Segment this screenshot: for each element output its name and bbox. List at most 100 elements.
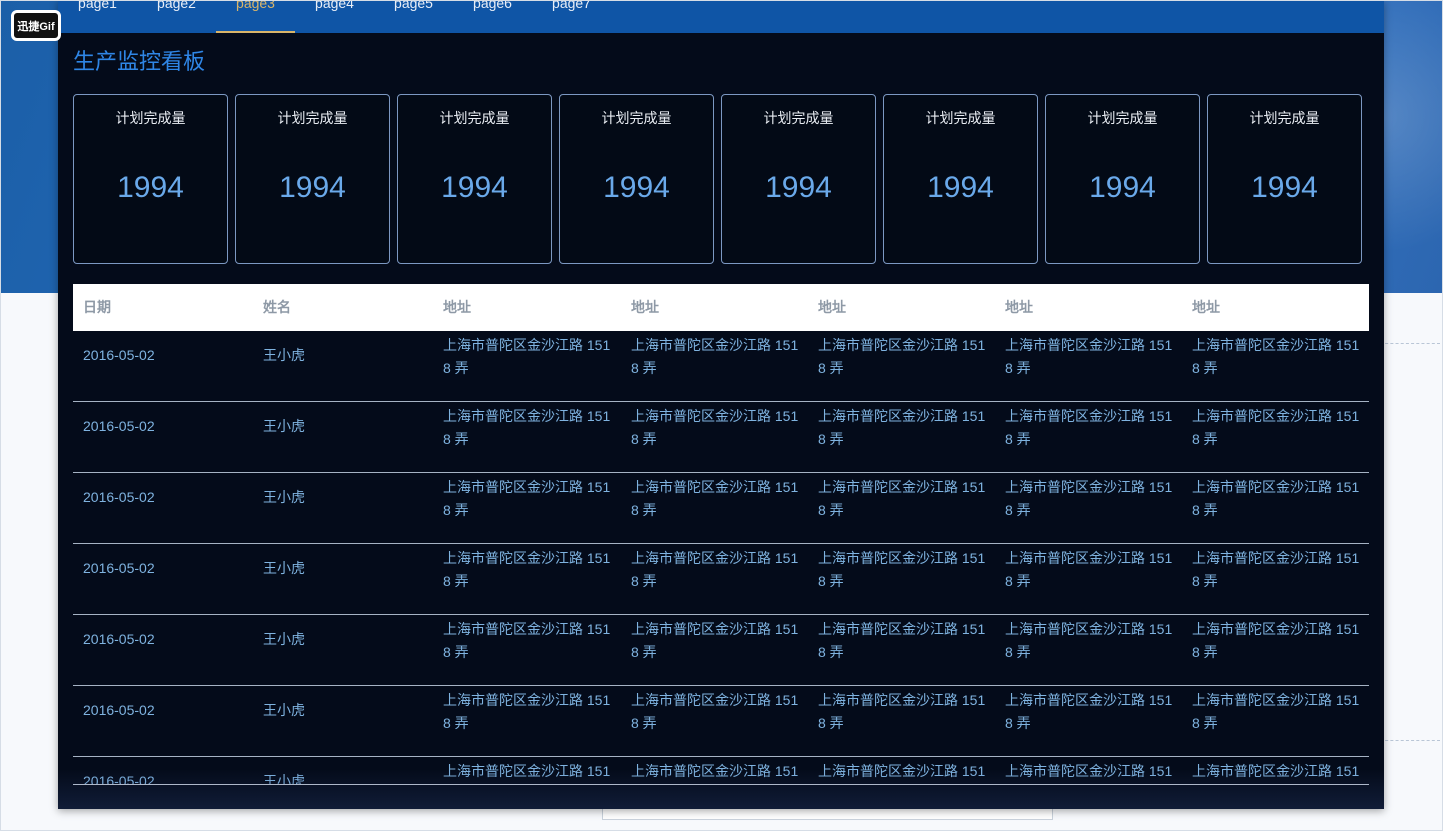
name-cell: 王小虎 (263, 773, 305, 785)
kpi-card-value: 1994 (927, 171, 994, 204)
table-bottom-border (73, 784, 1369, 785)
name-cell: 王小虎 (263, 631, 305, 647)
kpi-card: 计划完成量 1994 (397, 94, 552, 264)
tab-page2[interactable]: page2 (137, 0, 216, 33)
column-header[interactable]: 日期 (83, 284, 111, 331)
address-cell: 上海市普陀区金沙江路 1518 弄 (818, 479, 986, 518)
kpi-card-label: 计划完成量 (439, 110, 510, 126)
date-cell: 2016-05-02 (83, 347, 155, 363)
kpi-card-label: 计划完成量 (1249, 110, 1320, 126)
date-cell: 2016-05-02 (83, 560, 155, 576)
address-cell: 上海市普陀区金沙江路 1518 弄 (631, 621, 799, 660)
address-cell: 上海市普陀区金沙江路 1518 弄 (631, 408, 799, 447)
tab-bar: page1 page2 page3 page4 page5 page6 page… (58, 0, 1384, 33)
table-row[interactable]: 2016-05-02王小虎上海市普陀区金沙江路 1518 弄上海市普陀区金沙江路… (73, 402, 1369, 473)
column-header[interactable]: 姓名 (263, 284, 291, 331)
column-header[interactable]: 地址 (1192, 284, 1220, 331)
address-cell: 上海市普陀区金沙江路 1518 弄 (818, 763, 986, 779)
kpi-card-value: 1994 (603, 171, 670, 204)
tab-page7[interactable]: page7 (532, 0, 611, 33)
column-header[interactable]: 地址 (631, 284, 659, 331)
tab-page1[interactable]: page1 (58, 0, 137, 33)
column-header[interactable]: 地址 (818, 284, 846, 331)
background-panel (602, 808, 1053, 820)
address-cell: 上海市普陀区金沙江路 1518 弄 (443, 692, 611, 731)
name-cell: 王小虎 (263, 418, 305, 434)
address-cell: 上海市普陀区金沙江路 1518 弄 (1192, 621, 1360, 660)
background-divider (1380, 343, 1440, 344)
address-cell: 上海市普陀区金沙江路 1518 弄 (631, 763, 799, 779)
address-cell: 上海市普陀区金沙江路 1518 弄 (631, 479, 799, 518)
name-cell: 王小虎 (263, 560, 305, 576)
kpi-card: 计划完成量 1994 (73, 94, 228, 264)
address-cell: 上海市普陀区金沙江路 1518 弄 (818, 692, 986, 731)
kpi-card: 计划完成量 1994 (235, 94, 390, 264)
address-cell: 上海市普陀区金沙江路 1518 弄 (1192, 337, 1360, 376)
address-cell: 上海市普陀区金沙江路 1518 弄 (443, 550, 611, 589)
kpi-card-label: 计划完成量 (1087, 110, 1158, 126)
tab-page3[interactable]: page3 (216, 0, 295, 33)
date-cell: 2016-05-02 (83, 631, 155, 647)
table-header: 日期 姓名 地址 地址 地址 地址 地址 (73, 284, 1369, 331)
kpi-card: 计划完成量 1994 (883, 94, 1038, 264)
recorder-watermark-badge: 迅捷Gif (11, 10, 61, 41)
page-title: 生产监控看板 (73, 49, 206, 74)
kpi-card-label: 计划完成量 (925, 110, 996, 126)
table-row[interactable]: 2016-05-02王小虎上海市普陀区金沙江路 1518 弄上海市普陀区金沙江路… (73, 615, 1369, 686)
address-cell: 上海市普陀区金沙江路 1518 弄 (1005, 763, 1173, 779)
address-cell: 上海市普陀区金沙江路 1518 弄 (818, 408, 986, 447)
kpi-card-label: 计划完成量 (277, 110, 348, 126)
address-cell: 上海市普陀区金沙江路 1518 弄 (1192, 763, 1360, 779)
tab-page6[interactable]: page6 (453, 0, 532, 33)
address-cell: 上海市普陀区金沙江路 1518 弄 (443, 408, 611, 447)
address-cell: 上海市普陀区金沙江路 1518 弄 (1005, 337, 1173, 376)
background-divider (1380, 740, 1440, 741)
address-cell: 上海市普陀区金沙江路 1518 弄 (1005, 621, 1173, 660)
address-cell: 上海市普陀区金沙江路 1518 弄 (1005, 692, 1173, 731)
address-cell: 上海市普陀区金沙江路 1518 弄 (818, 621, 986, 660)
kpi-card-value: 1994 (441, 171, 508, 204)
address-cell: 上海市普陀区金沙江路 1518 弄 (631, 337, 799, 376)
date-cell: 2016-05-02 (83, 773, 155, 785)
address-cell: 上海市普陀区金沙江路 1518 弄 (1005, 550, 1173, 589)
column-header[interactable]: 地址 (443, 284, 471, 331)
table-row[interactable]: 2016-05-02王小虎上海市普陀区金沙江路 1518 弄上海市普陀区金沙江路… (73, 544, 1369, 615)
kpi-card-label: 计划完成量 (115, 110, 186, 126)
table-row[interactable]: 2016-05-02王小虎上海市普陀区金沙江路 1518 弄上海市普陀区金沙江路… (73, 473, 1369, 544)
kpi-card-label: 计划完成量 (601, 110, 672, 126)
column-header[interactable]: 地址 (1005, 284, 1033, 331)
address-cell: 上海市普陀区金沙江路 1518 弄 (443, 621, 611, 660)
tab-page5[interactable]: page5 (374, 0, 453, 33)
address-cell: 上海市普陀区金沙江路 1518 弄 (1005, 479, 1173, 518)
kpi-card: 计划完成量 1994 (721, 94, 876, 264)
date-cell: 2016-05-02 (83, 489, 155, 505)
address-cell: 上海市普陀区金沙江路 1518 弄 (1192, 692, 1360, 731)
address-cell: 上海市普陀区金沙江路 1518 弄 (1005, 408, 1173, 447)
address-cell: 上海市普陀区金沙江路 1518 弄 (818, 337, 986, 376)
kpi-card: 计划完成量 1994 (1207, 94, 1362, 264)
data-table: 日期 姓名 地址 地址 地址 地址 地址 2016-05-02 王小虎 上海市普陀区金沙江路 1… (73, 284, 1369, 785)
kpi-card: 计划完成量 1994 (559, 94, 714, 264)
address-cell: 上海市普陀区金沙江路 1518 弄 (631, 550, 799, 589)
table-row[interactable]: 2016-05-02 王小虎 上海市普陀区金沙江路 1518 弄 上海市普陀区金沙江路… (73, 757, 1369, 785)
tab-page4[interactable]: page4 (295, 0, 374, 33)
address-cell: 上海市普陀区金沙江路 1518 弄 (443, 763, 611, 779)
kpi-card-value: 1994 (117, 171, 184, 204)
table-row[interactable]: 2016-05-02王小虎上海市普陀区金沙江路 1518 弄上海市普陀区金沙江路… (73, 686, 1369, 757)
kpi-card: 计划完成量 1994 (1045, 94, 1200, 264)
dashboard-window: page1 page2 page3 page4 page5 page6 page… (58, 0, 1384, 809)
table-row[interactable]: 2016-05-02王小虎上海市普陀区金沙江路 1518 弄上海市普陀区金沙江路… (73, 331, 1369, 402)
kpi-card-value: 1994 (279, 171, 346, 204)
address-cell: 上海市普陀区金沙江路 1518 弄 (1192, 479, 1360, 518)
address-cell: 上海市普陀区金沙江路 1518 弄 (443, 479, 611, 518)
kpi-card-value: 1994 (765, 171, 832, 204)
kpi-card-label: 计划完成量 (763, 110, 834, 126)
address-cell: 上海市普陀区金沙江路 1518 弄 (1192, 550, 1360, 589)
address-cell: 上海市普陀区金沙江路 1518 弄 (1192, 408, 1360, 447)
name-cell: 王小虎 (263, 489, 305, 505)
date-cell: 2016-05-02 (83, 702, 155, 718)
date-cell: 2016-05-02 (83, 418, 155, 434)
address-cell: 上海市普陀区金沙江路 1518 弄 (631, 692, 799, 731)
name-cell: 王小虎 (263, 347, 305, 363)
address-cell: 上海市普陀区金沙江路 1518 弄 (443, 337, 611, 376)
